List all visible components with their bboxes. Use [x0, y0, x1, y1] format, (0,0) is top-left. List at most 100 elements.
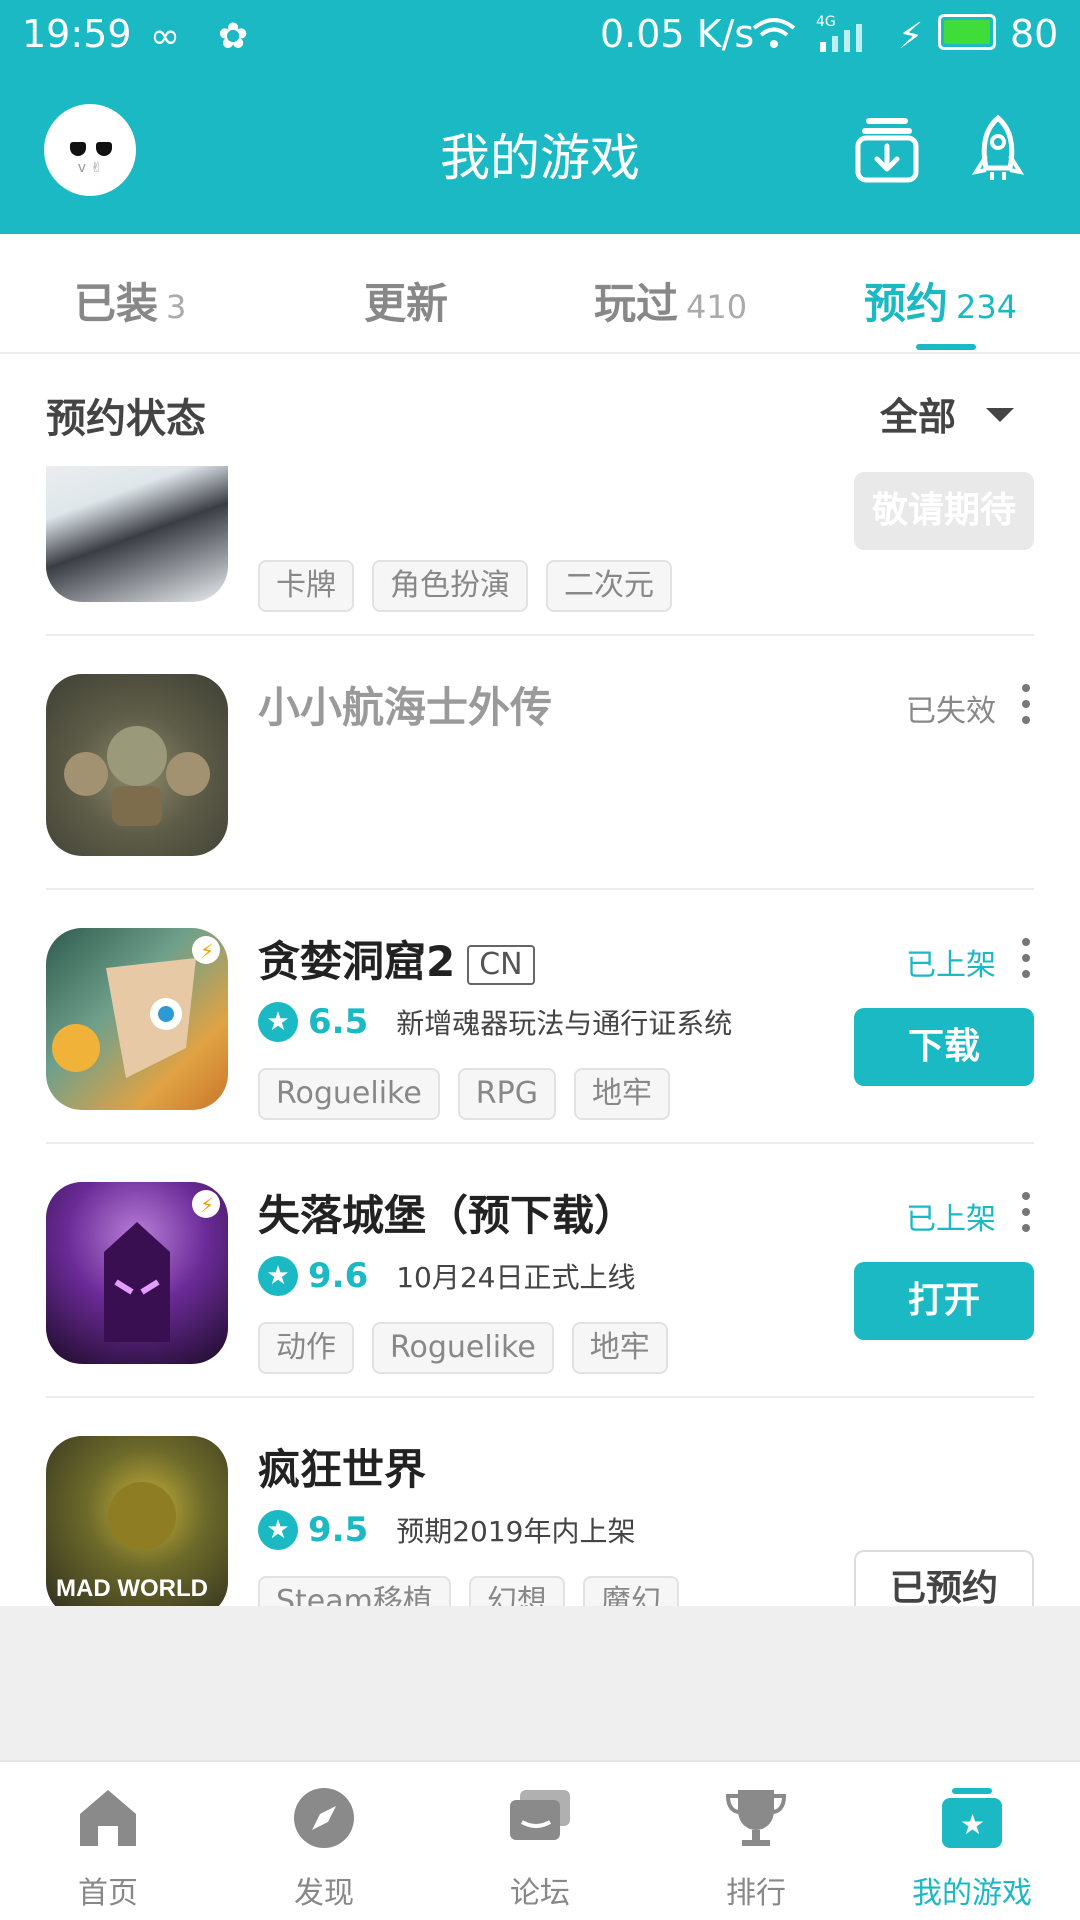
tag[interactable]: 角色扮演 [372, 560, 528, 612]
nav-label: 我的游戏 [912, 1876, 1032, 1911]
chevron-down-icon[interactable] [986, 408, 1014, 422]
tab-updates[interactable]: 更新 [364, 270, 448, 331]
tab-label: 玩过 [594, 279, 679, 328]
svg-text:★: ★ [960, 1808, 985, 1841]
game-status: 已上架 [906, 1202, 996, 1237]
nav-my-games[interactable]: ★ 我的游戏 [864, 1784, 1080, 1912]
network-speed: 0.05 K/s [600, 12, 755, 56]
list-item[interactable]: MAD WORLD 疯狂世界 ★ 9.5 预期2019年内上架 Steam移植 幻想魔… [0, 1398, 1080, 1606]
svg-text:⚡: ⚡ [200, 939, 214, 963]
tab-played[interactable]: 玩过 410 [594, 270, 747, 331]
tag[interactable]: 动作 [258, 1322, 354, 1374]
tag[interactable]: Steam移植 [258, 1576, 451, 1606]
rocket-icon[interactable] [970, 114, 1036, 184]
tab-count: 410 [686, 288, 748, 326]
more-options-icon[interactable] [1022, 938, 1032, 978]
game-icon: ⚡ [46, 1182, 228, 1364]
trophy-icon [725, 1790, 787, 1846]
nav-label: 论坛 [510, 1876, 570, 1911]
list-end-spacer [0, 1606, 1080, 1760]
game-score: 6.5 [308, 1002, 369, 1042]
game-icon [46, 674, 228, 856]
bottom-nav: 首页 发现 论坛 排行 ★ 我的游戏 [0, 1760, 1080, 1920]
tag[interactable]: 地牢 [571, 1322, 668, 1374]
game-name: 疯狂世界 [258, 1445, 427, 1494]
tab-label: 已装 [74, 279, 159, 328]
tag[interactable]: 卡牌 [258, 560, 354, 612]
game-icon: MAD WORLD [46, 1436, 228, 1606]
reservation-filter-row: 预约状态 全部 [0, 356, 1080, 466]
tag[interactable]: RPG [457, 1068, 556, 1120]
infinity-icon: ∞ [150, 16, 180, 57]
game-score: 9.6 [308, 1256, 369, 1296]
game-list: 卡牌 角色扮演 二次元 敬请期待 小小航海士外传 已失效 ⚡ 贪婪洞窟2 CN … [0, 466, 1080, 1606]
svg-text:⚡: ⚡ [200, 1193, 214, 1217]
nav-label: 排行 [726, 1876, 786, 1911]
tag[interactable]: 二次元 [546, 560, 672, 612]
tag-list: Roguelike RPG 地牢 [258, 1068, 688, 1120]
download-manager-icon[interactable] [854, 114, 920, 184]
top-bar: 19:59 ∞ ✿ 0.05 K/s 4G ⚡ 80 v ✌ 我的游戏 [0, 0, 1080, 234]
tag[interactable]: 地牢 [573, 1068, 670, 1120]
game-icon: ⚡ [46, 928, 228, 1110]
star-icon: ★ [258, 1510, 298, 1550]
tab-reserved[interactable]: 预约 234 [864, 270, 1017, 331]
compass-icon [294, 1788, 354, 1848]
charging-icon: ⚡ [898, 16, 924, 57]
tag[interactable]: Roguelike [258, 1068, 440, 1120]
active-tab-indicator [916, 344, 976, 350]
rating-row: ★ 9.6 10月24日正式上线 [258, 1256, 636, 1296]
tab-installed[interactable]: 已装 3 [74, 270, 186, 331]
region-badge: CN [467, 944, 535, 985]
more-options-icon[interactable] [1022, 1192, 1032, 1232]
chat-icon [510, 1790, 570, 1840]
battery-percent: 80 [1010, 12, 1059, 56]
nav-forum[interactable]: 论坛 [432, 1784, 648, 1912]
game-status: 已失效 [906, 694, 996, 729]
tab-label: 更新 [364, 279, 449, 328]
game-name: 贪婪洞窟2 CN [258, 928, 535, 989]
download-button[interactable]: 下载 [854, 1008, 1034, 1086]
tab-count: 3 [166, 288, 187, 326]
nav-label: 发现 [294, 1876, 354, 1911]
game-description: 预期2019年内上架 [396, 1515, 636, 1548]
nav-label: 首页 [78, 1876, 138, 1911]
battery-icon [938, 14, 996, 50]
tag-list: 卡牌 角色扮演 二次元 [258, 560, 690, 612]
game-name: 失落城堡（预下载） [258, 1191, 637, 1240]
list-item[interactable]: 小小航海士外传 已失效 [0, 636, 1080, 890]
app-notification-icon: ✿ [218, 16, 249, 57]
tag[interactable]: 魔幻 [582, 1576, 679, 1606]
status-time: 19:59 [22, 12, 132, 56]
filter-label: 预约状态 [46, 396, 206, 442]
icon-logo-text: MAD WORLD [56, 1575, 208, 1602]
wifi-icon [752, 16, 796, 61]
more-options-icon[interactable] [1022, 684, 1032, 724]
tag[interactable]: 幻想 [468, 1576, 565, 1606]
game-score: 9.5 [308, 1510, 369, 1550]
game-title: 贪婪洞窟2 [258, 937, 456, 986]
rating-row: ★ 6.5 新增魂器玩法与通行证系统 [258, 1002, 732, 1042]
reserved-button[interactable]: 已预约 [854, 1550, 1034, 1606]
tab-label: 预约 [864, 279, 949, 328]
rating-row: ★ 9.5 预期2019年内上架 [258, 1510, 636, 1550]
list-item[interactable]: ⚡ 失落城堡（预下载） 已上架 ★ 9.6 10月24日正式上线 动作 Rogueli… [0, 1144, 1080, 1398]
game-icon [46, 466, 228, 602]
list-item[interactable]: ⚡ 贪婪洞窟2 CN 已上架 ★ 6.5 新增魂器玩法与通行证系统 Roguelike… [0, 890, 1080, 1144]
tag[interactable]: Roguelike [372, 1322, 554, 1374]
filter-dropdown[interactable]: 全部 [880, 386, 956, 441]
nav-home[interactable]: 首页 [0, 1784, 216, 1912]
game-status: 已上架 [906, 948, 996, 983]
nav-ranking[interactable]: 排行 [648, 1784, 864, 1912]
open-button[interactable]: 打开 [854, 1262, 1034, 1340]
star-icon: ★ [258, 1002, 298, 1042]
tag-list: Steam移植 幻想 魔幻 [258, 1576, 697, 1606]
coming-soon-button[interactable]: 敬请期待 [854, 472, 1034, 550]
tab-count: 234 [956, 288, 1018, 326]
game-description: 10月24日正式上线 [396, 1261, 636, 1294]
tab-bar: 已装 3 更新 玩过 410 预约 234 [0, 234, 1080, 354]
nav-discover[interactable]: 发现 [216, 1784, 432, 1912]
my-games-icon: ★ [942, 1788, 1002, 1848]
home-icon [80, 1790, 136, 1846]
list-item[interactable]: 卡牌 角色扮演 二次元 敬请期待 [0, 466, 1080, 636]
